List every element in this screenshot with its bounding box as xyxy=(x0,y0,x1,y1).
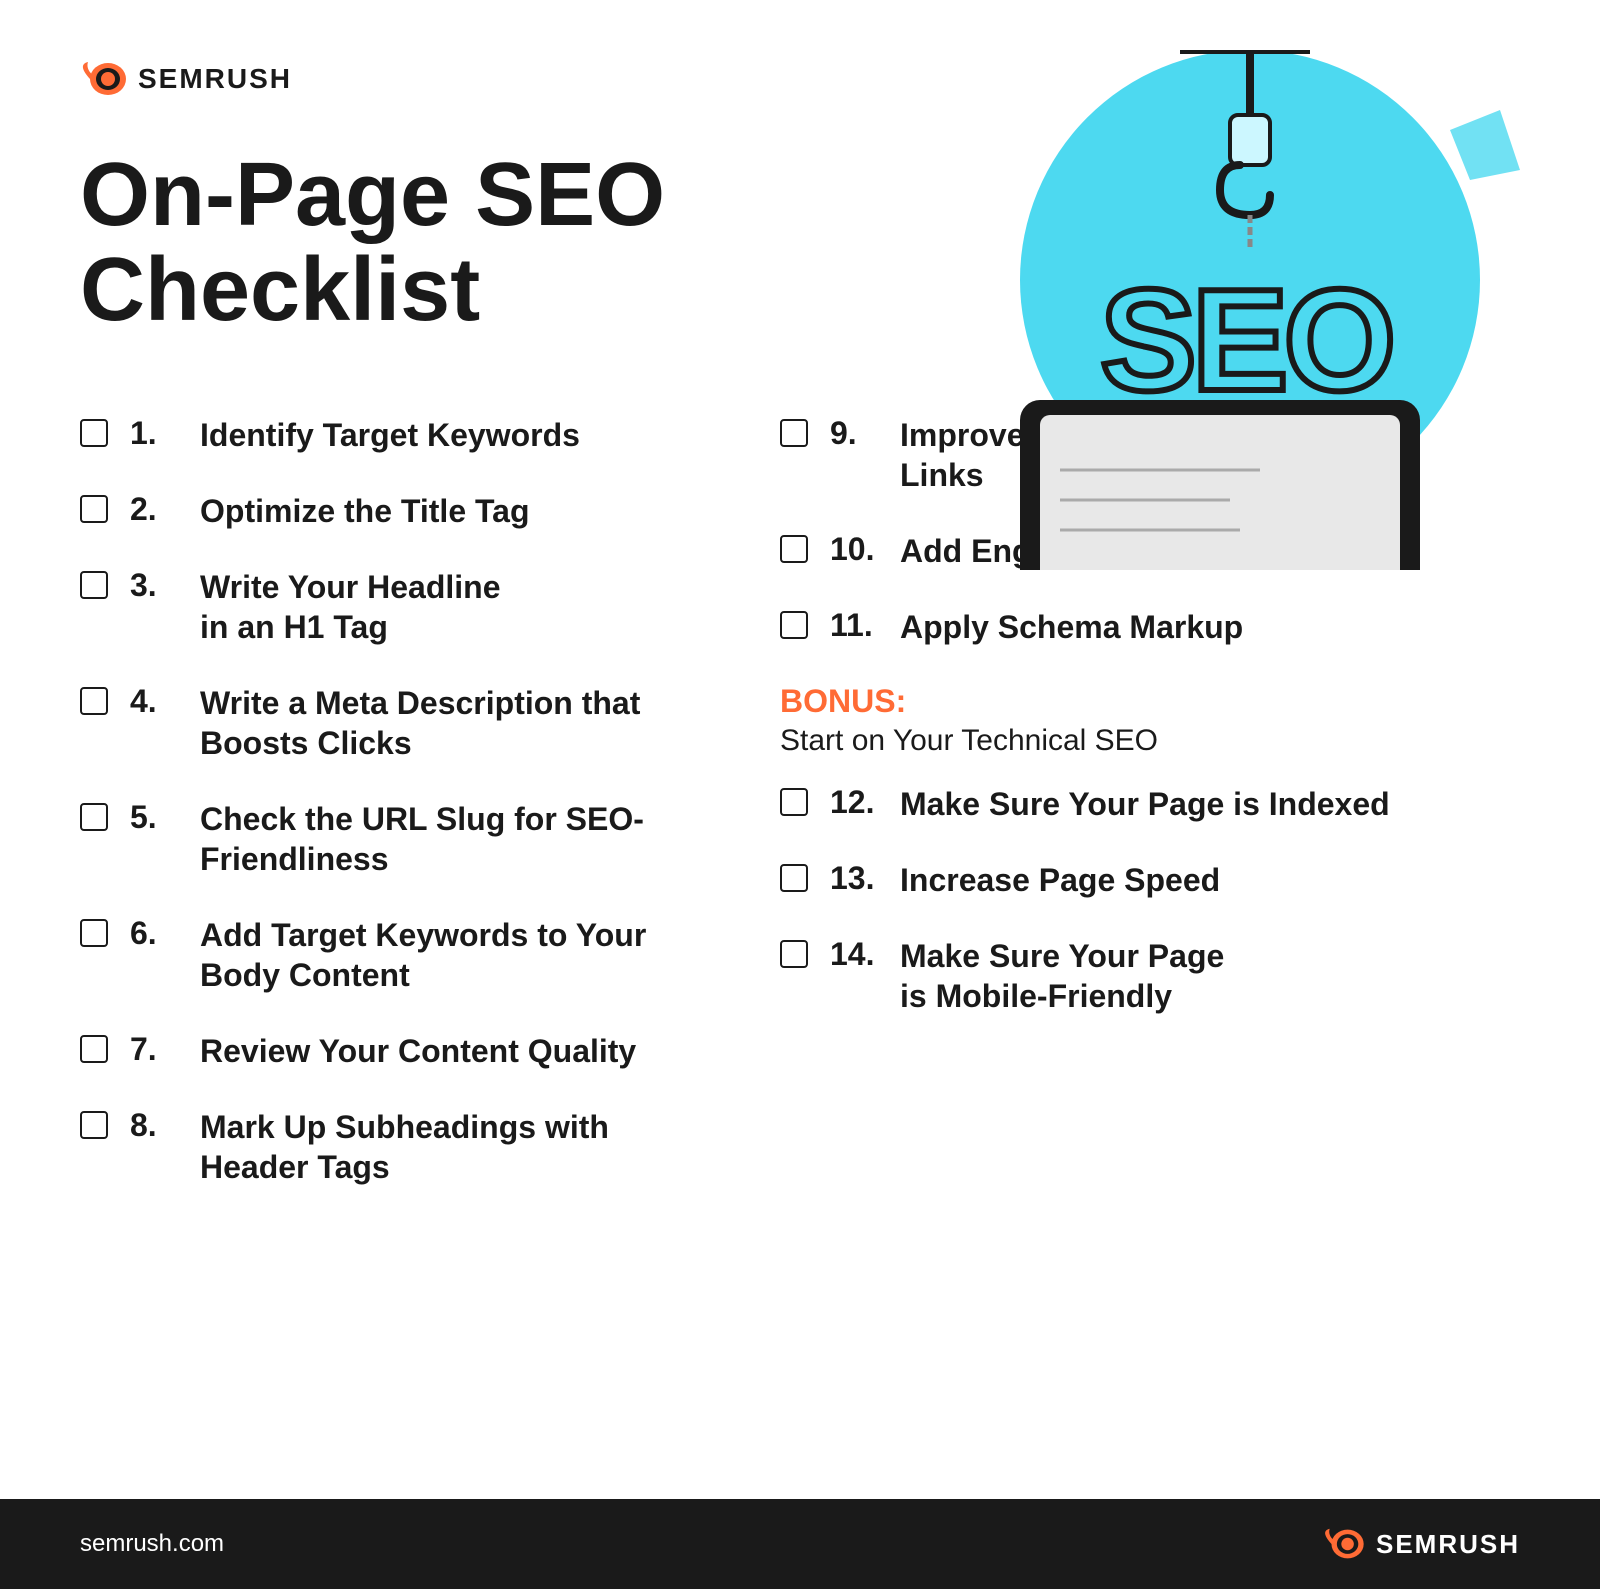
bonus-subtitle: Start on Your Technical SEO xyxy=(780,724,1520,758)
svg-text:SEO: SEO xyxy=(1100,259,1391,421)
item-text-14: Make Sure Your Pageis Mobile-Friendly xyxy=(900,936,1224,1016)
footer-logo: SEMRUSH xyxy=(1322,1527,1520,1561)
checkbox-6[interactable] xyxy=(80,919,108,947)
main-content: SEMRUSH On-Page SEO Checklist SEO xyxy=(0,0,1600,1499)
checkbox-8[interactable] xyxy=(80,1111,108,1139)
checkbox-11[interactable] xyxy=(780,611,808,639)
item-number-14: 14. xyxy=(830,936,878,973)
checklist-item-3: 3. Write Your Headlinein an H1 Tag xyxy=(80,549,780,665)
item-number-12: 12. xyxy=(830,784,878,821)
footer-logo-text: SEMRUSH xyxy=(1376,1529,1520,1560)
checklist-item-12: 12. Make Sure Your Page is Indexed xyxy=(780,766,1520,842)
checklist-item-8: 8. Mark Up Subheadings withHeader Tags xyxy=(80,1089,780,1205)
checklist-item-11: 11. Apply Schema Markup xyxy=(780,589,1520,665)
item-number-10: 10. xyxy=(830,531,878,568)
item-number-6: 6. xyxy=(130,915,178,952)
checkbox-1[interactable] xyxy=(80,419,108,447)
item-text-11: Apply Schema Markup xyxy=(900,607,1243,647)
hero-illustration: SEO xyxy=(880,50,1540,570)
checkbox-3[interactable] xyxy=(80,571,108,599)
bonus-label: BONUS: xyxy=(780,683,1520,720)
item-number-13: 13. xyxy=(830,860,878,897)
item-number-9: 9. xyxy=(830,415,878,452)
footer: semrush.com SEMRUSH xyxy=(0,1499,1600,1589)
item-number-1: 1. xyxy=(130,415,178,452)
item-text-4: Write a Meta Description thatBoosts Clic… xyxy=(200,683,640,763)
checklist-item-7: 7. Review Your Content Quality xyxy=(80,1013,780,1089)
checklist-item-2: 2. Optimize the Title Tag xyxy=(80,473,780,549)
footer-logo-icon xyxy=(1322,1527,1366,1561)
item-text-7: Review Your Content Quality xyxy=(200,1031,636,1071)
checkbox-12[interactable] xyxy=(780,788,808,816)
checkbox-4[interactable] xyxy=(80,687,108,715)
checklist-item-5: 5. Check the URL Slug for SEO-Friendline… xyxy=(80,781,780,897)
checklist-item-13: 13. Increase Page Speed xyxy=(780,842,1520,918)
checkbox-14[interactable] xyxy=(780,940,808,968)
item-text-5: Check the URL Slug for SEO-Friendliness xyxy=(200,799,644,879)
checklist-item-1: 1. Identify Target Keywords xyxy=(80,397,780,473)
checklist-item-14: 14. Make Sure Your Pageis Mobile-Friendl… xyxy=(780,918,1520,1034)
bonus-section: BONUS: Start on Your Technical SEO xyxy=(780,665,1520,766)
page-title: On-Page SEO Checklist xyxy=(80,148,680,337)
item-text-13: Increase Page Speed xyxy=(900,860,1220,900)
item-number-3: 3. xyxy=(130,567,178,604)
item-number-7: 7. xyxy=(130,1031,178,1068)
checklist-item-4: 4. Write a Meta Description thatBoosts C… xyxy=(80,665,780,781)
logo-text: SEMRUSH xyxy=(138,63,292,95)
checklist-item-6: 6. Add Target Keywords to YourBody Conte… xyxy=(80,897,780,1013)
checkbox-10[interactable] xyxy=(780,535,808,563)
item-text-1: Identify Target Keywords xyxy=(200,415,580,455)
item-number-11: 11. xyxy=(830,607,878,644)
checkbox-2[interactable] xyxy=(80,495,108,523)
checkbox-7[interactable] xyxy=(80,1035,108,1063)
item-text-6: Add Target Keywords to YourBody Content xyxy=(200,915,646,995)
item-number-2: 2. xyxy=(130,491,178,528)
item-text-2: Optimize the Title Tag xyxy=(200,491,530,531)
item-text-8: Mark Up Subheadings withHeader Tags xyxy=(200,1107,609,1187)
checkbox-5[interactable] xyxy=(80,803,108,831)
footer-url: semrush.com xyxy=(80,1530,224,1558)
checkbox-9[interactable] xyxy=(780,419,808,447)
item-number-4: 4. xyxy=(130,683,178,720)
semrush-logo-icon xyxy=(80,60,128,98)
item-number-5: 5. xyxy=(130,799,178,836)
item-text-12: Make Sure Your Page is Indexed xyxy=(900,784,1390,824)
checklist-left: 1. Identify Target Keywords 2. Optimize … xyxy=(80,397,780,1205)
item-number-8: 8. xyxy=(130,1107,178,1144)
item-text-3: Write Your Headlinein an H1 Tag xyxy=(200,567,501,647)
checkbox-13[interactable] xyxy=(780,864,808,892)
